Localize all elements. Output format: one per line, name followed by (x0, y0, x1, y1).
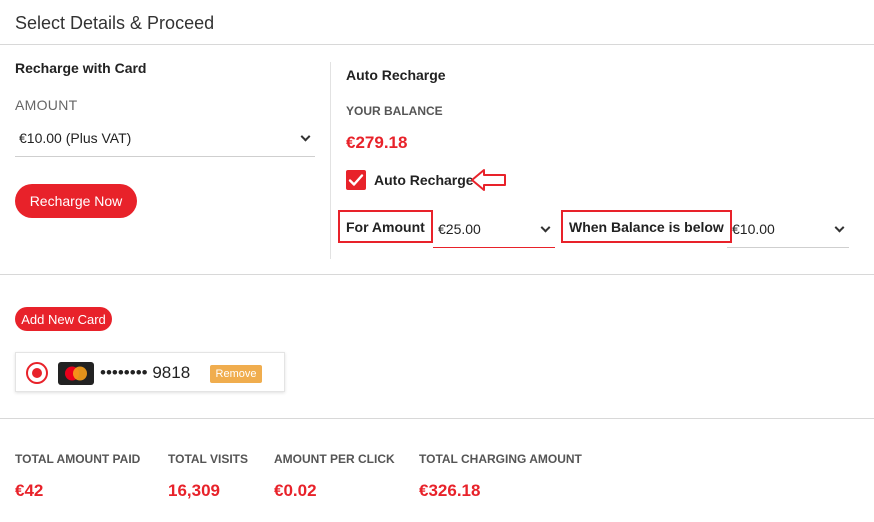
amount-select[interactable]: €10.00 (Plus VAT) (15, 120, 315, 157)
card-number: •••••••• 9818 (100, 363, 191, 382)
auto-recharge-title: Auto Recharge (346, 67, 446, 83)
for-amount-select[interactable]: €25.00 (433, 210, 555, 248)
balance-value: €279.18 (346, 133, 408, 152)
section-divider (0, 418, 874, 419)
checkmark-icon (348, 174, 364, 186)
arrow-left-icon (471, 169, 506, 191)
page-title: Select Details & Proceed (15, 13, 215, 33)
stat-value-total-visits: 16,309 (168, 481, 220, 500)
section-divider (0, 274, 874, 275)
recharge-card-title: Recharge with Card (15, 60, 147, 76)
stat-label-amount-per-click: AMOUNT PER CLICK (274, 452, 395, 466)
stat-value-amount-per-click: €0.02 (274, 481, 317, 500)
card-radio[interactable] (26, 362, 48, 384)
when-balance-label: When Balance is below (561, 210, 732, 243)
page-header: Select Details & Proceed (0, 0, 874, 45)
amount-label: AMOUNT (15, 97, 78, 113)
stat-label-total-amount-paid: TOTAL AMOUNT PAID (15, 452, 141, 466)
mastercard-icon (58, 362, 94, 385)
auto-recharge-checkbox[interactable] (346, 170, 366, 190)
stat-value-total-amount-paid: €42 (15, 481, 44, 500)
chevron-down-icon (834, 222, 845, 233)
recharge-now-button[interactable]: Recharge Now (15, 184, 137, 218)
add-new-card-button[interactable]: Add New Card (15, 307, 112, 331)
amount-select-value: €10.00 (Plus VAT) (19, 130, 132, 146)
when-balance-select[interactable]: €10.00 (727, 210, 849, 248)
auto-recharge-label: Auto Recharge (374, 172, 474, 188)
for-amount-label: For Amount (338, 210, 433, 243)
remove-card-button[interactable]: Remove (210, 365, 262, 383)
stat-label-total-visits: TOTAL VISITS (168, 452, 249, 466)
when-balance-value: €10.00 (732, 220, 775, 237)
recharge-card-section: Recharge with Card (15, 60, 315, 76)
chevron-down-icon (300, 131, 311, 142)
column-divider (330, 62, 331, 259)
chevron-down-icon (540, 222, 551, 233)
stat-label-total-charging-amount: TOTAL CHARGING AMOUNT (419, 452, 582, 466)
saved-card[interactable]: •••••••• 9818 Remove (15, 352, 285, 392)
stat-value-total-charging-amount: €326.18 (419, 481, 481, 500)
balance-label: YOUR BALANCE (346, 104, 443, 118)
for-amount-value: €25.00 (438, 220, 481, 237)
